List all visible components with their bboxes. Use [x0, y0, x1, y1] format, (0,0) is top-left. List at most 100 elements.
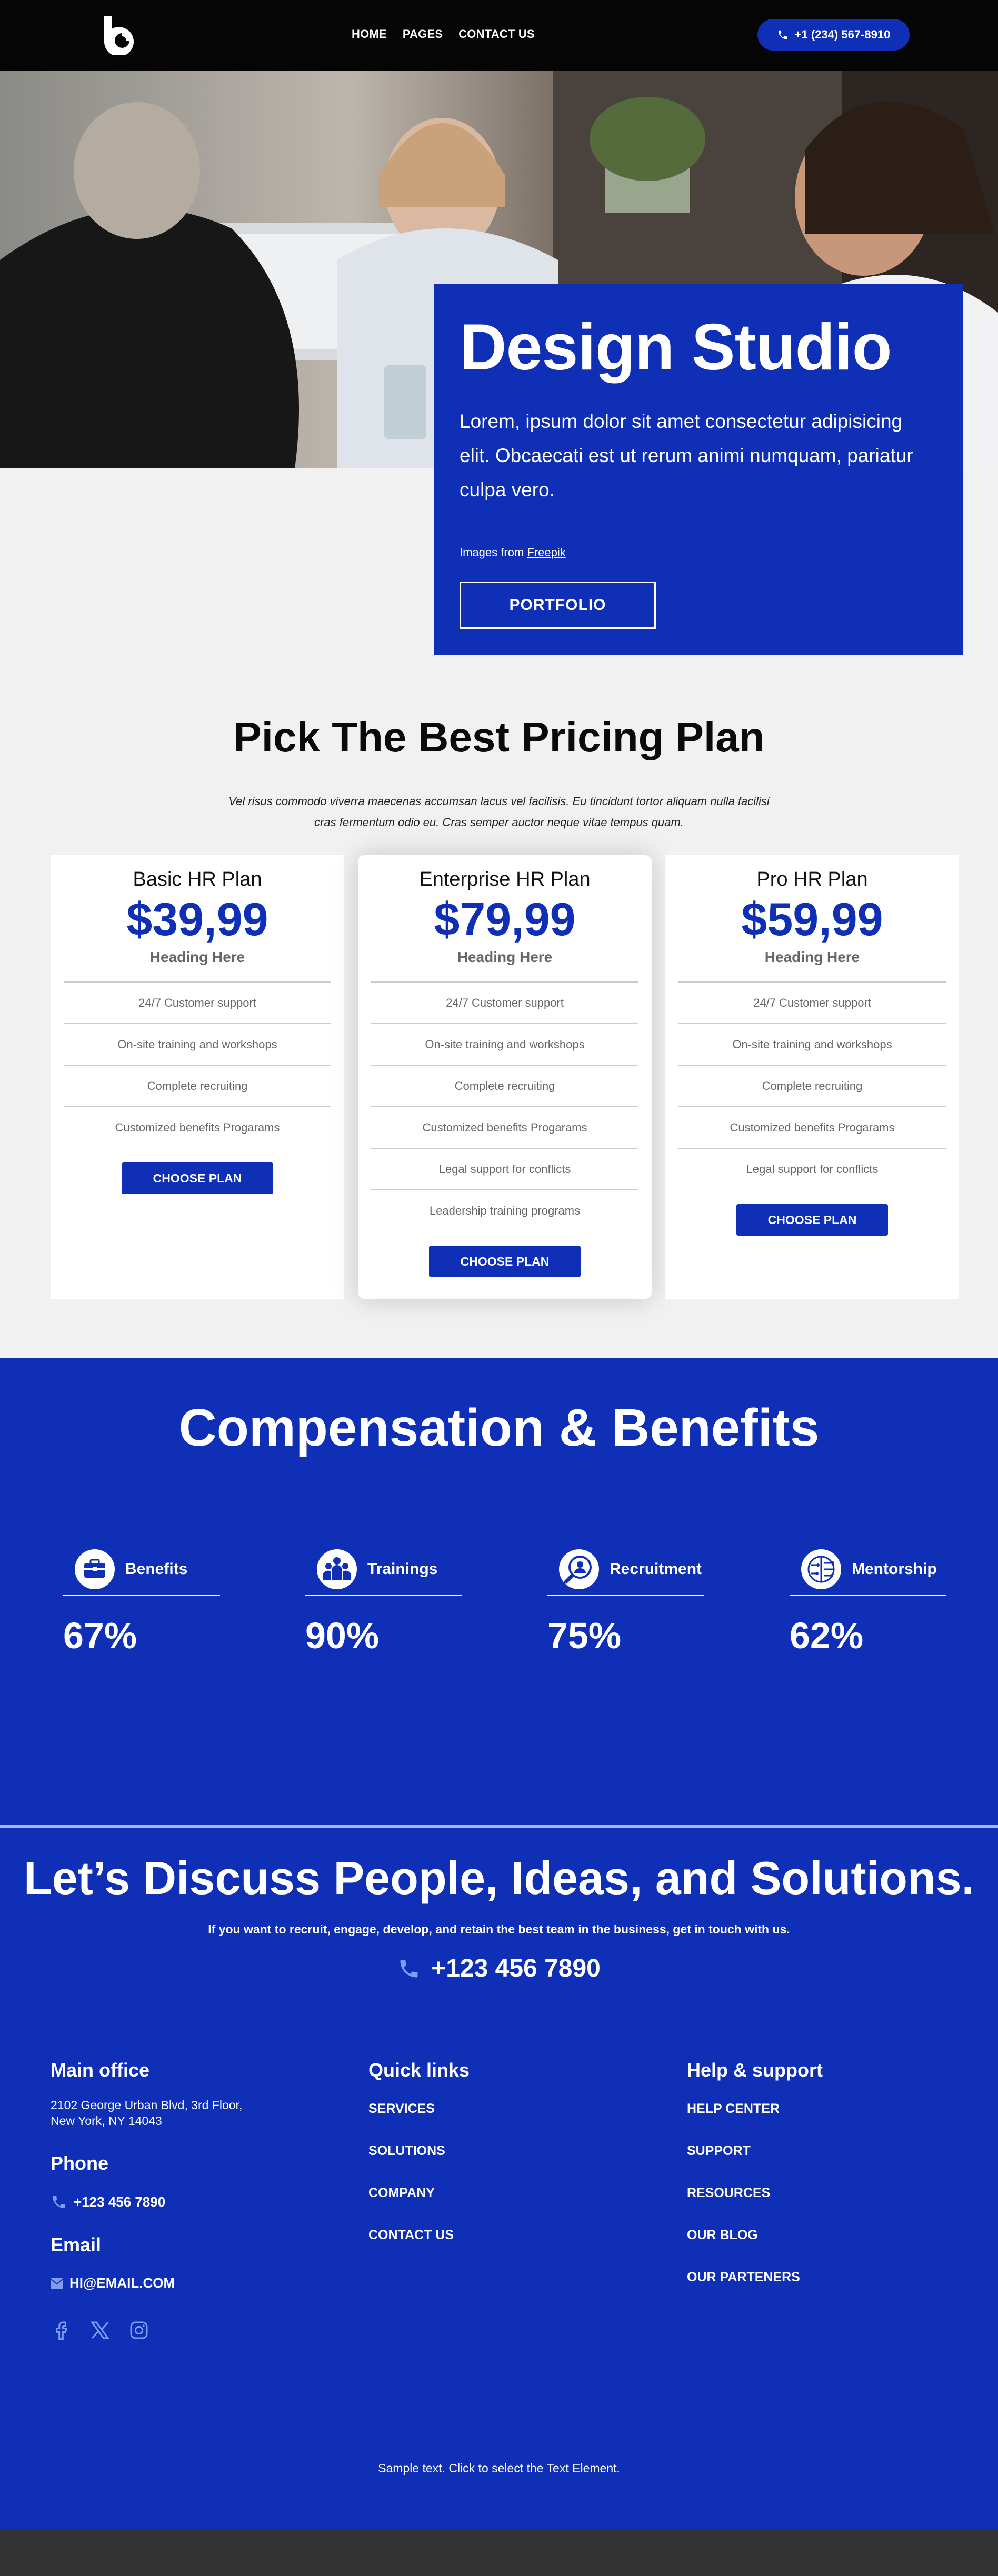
user-search-icon: [559, 1549, 599, 1589]
footer-quick-links: Quick links SERVICES SOLUTIONS COMPANY C…: [368, 2059, 579, 2270]
choose-plan-button[interactable]: CHOOSE PLAN: [736, 1204, 888, 1236]
pricing-subtitle: Vel risus commodo viverra maecenas accum…: [228, 795, 770, 829]
plan-feature: 24/7 Customer support: [371, 981, 638, 1023]
footer-help-support: Help & support HELP CENTER SUPPORT RESOU…: [687, 2059, 924, 2312]
footer-link-resources[interactable]: RESOURCES: [687, 2186, 924, 2228]
freepik-link[interactable]: Freepik: [527, 546, 565, 559]
footer-link-our-blog[interactable]: OUR BLOG: [687, 2228, 924, 2270]
plan-features: 24/7 Customer support On-site training a…: [371, 981, 638, 1231]
brain-circuit-icon: [801, 1549, 841, 1589]
help-links-list: HELP CENTER SUPPORT RESOURCES OUR BLOG O…: [687, 2101, 924, 2312]
logo[interactable]: [100, 13, 142, 57]
image-credit-prefix: Images from: [460, 546, 527, 559]
stat-label: Trainings: [367, 1560, 438, 1578]
plan-feature: Legal support for conflicts: [678, 1148, 946, 1189]
footer-phone-text: +123 456 7890: [74, 2193, 166, 2210]
pricing-title: Pick The Best Pricing Plan: [233, 714, 765, 760]
hero-text: Lorem, ipsum dolor sit amet consectetur …: [460, 410, 913, 500]
bottom-bar: [0, 2529, 998, 2576]
stat-label: Recruitment: [610, 1560, 702, 1578]
header-phone-text: +1 (234) 567-8910: [794, 28, 891, 41]
nav-home[interactable]: HOME: [352, 27, 387, 41]
choose-plan-button[interactable]: CHOOSE PLAN: [122, 1162, 273, 1195]
nav-contact-us[interactable]: CONTACT US: [458, 27, 535, 41]
instagram-icon[interactable]: [128, 2320, 149, 2341]
plan-feature: Legal support for conflicts: [371, 1148, 638, 1189]
cta-title: Let’s Discuss People, Ideas, and Solutio…: [23, 1852, 975, 1904]
cta-phone-link[interactable]: +123 456 7890: [0, 1954, 998, 1983]
stat-label: Benefits: [125, 1560, 188, 1578]
plan-feature: On-site training and workshops: [371, 1023, 638, 1065]
image-credit: Images from Freepik: [460, 546, 937, 559]
hero-card: Design Studio Lorem, ipsum dolor sit ame…: [434, 284, 963, 655]
plan-feature: Customized benefits Progarams: [371, 1106, 638, 1148]
social-links: [51, 2320, 314, 2341]
logo-icon: [104, 16, 134, 57]
address-line: New York, NY 14043: [51, 2114, 162, 2128]
nav-pages[interactable]: PAGES: [403, 27, 443, 41]
footer-link-contact-us[interactable]: CONTACT US: [368, 2228, 579, 2270]
plan-feature: 24/7 Customer support: [64, 981, 331, 1023]
stat-trainings: Trainings 90%: [305, 1549, 462, 1657]
plan-name: Basic HR Plan: [133, 868, 262, 890]
stat-header: Recruitment: [547, 1549, 704, 1596]
choose-plan-button[interactable]: CHOOSE PLAN: [429, 1246, 581, 1278]
cta-phone-text: +123 456 7890: [431, 1954, 601, 1982]
facebook-icon[interactable]: [51, 2320, 72, 2341]
main-office-heading: Main office: [51, 2059, 150, 2081]
sample-text[interactable]: Sample text. Click to select the Text El…: [0, 2461, 998, 2475]
team-icon: [317, 1549, 357, 1589]
footer-link-help-center[interactable]: HELP CENTER: [687, 2101, 924, 2143]
plan-feature: Complete recruiting: [678, 1065, 946, 1106]
footer-link-support[interactable]: SUPPORT: [687, 2143, 924, 2186]
footer-link-our-parteners[interactable]: OUR PARTENERS: [687, 2270, 924, 2312]
envelope-icon: [51, 2278, 63, 2289]
footer-link-company[interactable]: COMPANY: [368, 2186, 579, 2228]
plan-heading: Heading Here: [149, 949, 245, 966]
plan-price: $79,99: [434, 893, 576, 945]
plan-feature: On-site training and workshops: [678, 1023, 946, 1065]
briefcase-icon: [75, 1549, 115, 1589]
hero-title: Design Studio: [460, 311, 892, 384]
stat-header: Mentorship: [790, 1549, 946, 1596]
plan-features: 24/7 Customer support On-site training a…: [678, 981, 946, 1189]
phone-heading: Phone: [51, 2152, 109, 2174]
footer-phone-link[interactable]: +123 456 7890: [51, 2193, 314, 2210]
footer-email-text: HI@EMAIL.COM: [69, 2275, 175, 2291]
header-phone-button[interactable]: +1 (234) 567-8910: [757, 19, 910, 51]
footer-link-services[interactable]: SERVICES: [368, 2101, 579, 2143]
phone-icon: [778, 30, 787, 39]
benefits-title: Compensation & Benefits: [178, 1398, 820, 1457]
plan-feature: Customized benefits Progarams: [678, 1106, 946, 1148]
plan-name: Enterprise HR Plan: [419, 868, 591, 890]
plan-feature: Leadership training programs: [371, 1189, 638, 1231]
benefits-section: Compensation & Benefits Benefits 67% Tra…: [0, 1358, 998, 1825]
portfolio-button[interactable]: PORTFOLIO: [460, 582, 656, 629]
plan-card-enterprise: Enterprise HR Plan $79,99 Heading Here 2…: [358, 855, 652, 1299]
main-nav: HOME PAGES CONTACT US: [352, 27, 535, 41]
plan-price: $59,99: [741, 893, 883, 945]
footer-link-solutions[interactable]: SOLUTIONS: [368, 2143, 579, 2186]
site-footer: Let’s Discuss People, Ideas, and Solutio…: [0, 1828, 998, 2529]
plan-heading: Heading Here: [457, 949, 553, 966]
stat-label: Mentorship: [852, 1560, 937, 1578]
stat-value: 62%: [790, 1615, 864, 1656]
cta-subtitle: If you want to recruit, engage, develop,…: [208, 1922, 790, 1936]
stat-mentorship: Mentorship 62%: [790, 1549, 946, 1657]
plan-card-basic: Basic HR Plan $39,99 Heading Here 24/7 C…: [51, 855, 344, 1299]
plan-heading: Heading Here: [764, 949, 860, 966]
email-heading: Email: [51, 2234, 102, 2256]
quick-links-heading: Quick links: [368, 2059, 470, 2081]
stat-header: Benefits: [63, 1549, 220, 1596]
plan-price: $39,99: [126, 893, 268, 945]
phone-icon: [53, 2196, 65, 2208]
address-line: 2102 George Urban Blvd, 3rd Floor,: [51, 2098, 243, 2112]
stat-recruitment: Recruitment 75%: [547, 1549, 704, 1657]
phone-icon: [400, 1960, 418, 1977]
stat-value: 75%: [547, 1615, 622, 1656]
footer-email-link[interactable]: HI@EMAIL.COM: [51, 2275, 314, 2291]
address: 2102 George Urban Blvd, 3rd Floor, New Y…: [51, 2097, 314, 2129]
plan-features: 24/7 Customer support On-site training a…: [64, 981, 331, 1148]
x-twitter-icon[interactable]: [89, 2320, 111, 2341]
plan-feature: Customized benefits Progarams: [64, 1106, 331, 1148]
